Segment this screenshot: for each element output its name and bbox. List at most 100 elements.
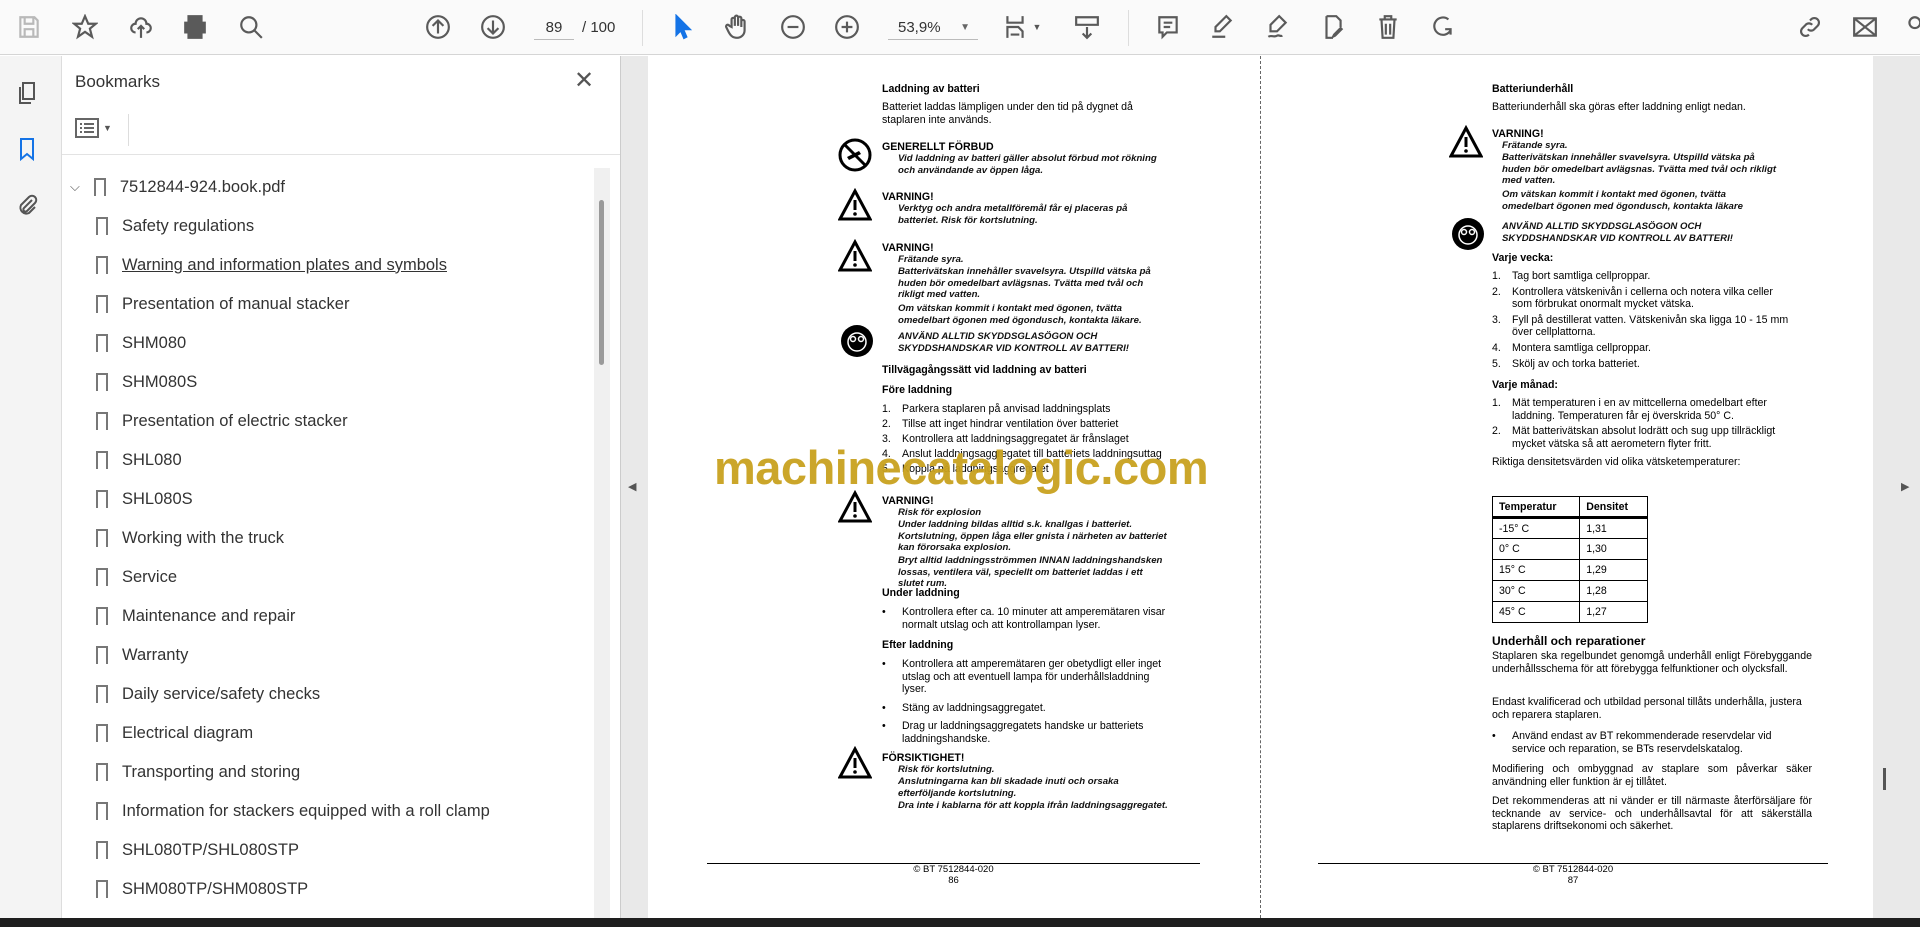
scrollbar-thumb[interactable] [599, 200, 604, 365]
list-number: 2. [1492, 425, 1501, 438]
zoom-select[interactable]: 53,9% ▼ [888, 16, 978, 40]
table-cell: 1,27 [1579, 601, 1648, 623]
scrollbar[interactable] [594, 168, 610, 918]
hand-tool-icon[interactable] [722, 12, 752, 42]
list-item: 1. Tag bort samtliga cellproppar. [1492, 270, 1792, 283]
warning-text: Verktyg och andra metallföremål får ej p… [898, 203, 1128, 226]
table-cell: 15° C [1491, 559, 1581, 581]
star-icon[interactable] [70, 12, 100, 42]
sign-icon[interactable] [1262, 12, 1292, 42]
bookmark-item[interactable]: Presentation of manual stacker [96, 289, 349, 319]
highlight-icon[interactable] [1207, 12, 1237, 42]
warning-text: Batterivätskan innehåller svavelsyra. Ut… [1502, 152, 1777, 187]
cloud-upload-icon[interactable] [126, 12, 156, 42]
bookmark-item[interactable]: SHL080TP/SHL080STP [96, 835, 299, 865]
bookmark-label: Maintenance and repair [122, 606, 296, 625]
page-footer: © BT 7512844-020 87 [1318, 863, 1828, 886]
bookmark-item[interactable]: SHL080S [96, 484, 193, 514]
edit-pdf-icon[interactable] [1318, 12, 1348, 42]
rotate-icon[interactable] [1428, 12, 1458, 42]
attachment-icon[interactable] [12, 190, 42, 220]
email-icon[interactable] [1850, 12, 1880, 42]
print-icon[interactable] [180, 12, 210, 42]
bookmark-item[interactable]: Transporting and storing [96, 757, 300, 787]
warning-triangle-icon [838, 746, 872, 779]
table-cell: 1,29 [1579, 559, 1648, 581]
bookmark-item[interactable]: Presentation of electric stacker [96, 406, 348, 436]
bookmark-icon [96, 724, 108, 745]
bookmark-icon [93, 178, 106, 199]
warning-text: Under laddning bildas alltid s.k. knallg… [898, 519, 1167, 554]
warning-title: GENERELLT FÖRBUD [882, 141, 994, 153]
fit-dropdown-chevron-icon[interactable]: ▼ [1022, 12, 1052, 42]
bookmark-item[interactable]: SHM080S [96, 367, 197, 397]
list-item: • Kontrollera efter ca. 10 minuter att am… [882, 606, 1167, 631]
bookmark-item[interactable]: Working with the truck [96, 523, 284, 553]
bookmark-item[interactable]: Warranty [96, 640, 188, 670]
list-item: 5. Skölj av och torka batteriet. [1492, 358, 1792, 371]
zoom-out-icon[interactable] [778, 12, 808, 42]
section-title: Batteriunderhåll [1492, 83, 1574, 95]
bookmark-icon [96, 451, 108, 472]
list-options-icon [75, 118, 99, 138]
page-down-icon[interactable] [478, 12, 508, 42]
page-number-input[interactable]: 89 [534, 16, 574, 40]
bullet: • [882, 658, 886, 670]
bookmark-item[interactable]: Maintenance and repair [96, 601, 295, 631]
list-item: 2. Mät batterivätskan absolut lodrätt och… [1492, 425, 1792, 450]
bookmark-icon [96, 802, 108, 823]
caret-left-icon[interactable]: ◀ [628, 480, 636, 493]
bookmark-item[interactable]: SHM080TP/SHM080STP [96, 874, 308, 904]
add-user-icon[interactable] [1902, 12, 1920, 42]
page-up-icon[interactable] [423, 12, 453, 42]
bullet: • [882, 701, 886, 714]
bookmark-icon[interactable] [12, 134, 42, 164]
bookmark-item[interactable]: Safety regulations [96, 211, 254, 241]
list-item-text: Stäng av laddningsaggregatet. [902, 701, 1046, 714]
bookmark-item[interactable]: Service [96, 562, 177, 592]
list-item: 2. Tillse att inget hindrar ventilation ö… [882, 418, 1182, 431]
bookmark-item[interactable]: Electrical diagram [96, 718, 253, 748]
bullet: • [882, 720, 886, 733]
divider [128, 114, 129, 146]
search-icon[interactable] [236, 12, 266, 42]
paragraph: Riktiga densitetsvärden vid olika vätske… [1492, 456, 1741, 468]
list-item-text: Kontrollera vätskenivån i cellerna och n… [1512, 285, 1773, 311]
warning-triangle-icon [838, 188, 872, 221]
warning-text: Risk för explosion [898, 507, 982, 518]
delete-icon[interactable] [1373, 12, 1403, 42]
list-number: 1. [882, 403, 891, 415]
list-item-text: Parkera staplaren på anvisad laddningspl… [902, 403, 1111, 415]
save-icon[interactable] [14, 12, 44, 42]
subheading: Varje månad: [1492, 379, 1558, 391]
scroll-indicator[interactable] [1883, 768, 1886, 790]
toolbar: 89 / 100 53,9% ▼ ▼ [0, 0, 1920, 55]
bookmark-options-button[interactable]: ▼ [75, 114, 115, 142]
list-item: 3. Fyll på destillerat vatten. Vätskenivå… [1492, 314, 1792, 339]
bookmark-item[interactable]: Warning and information plates and symbo… [96, 250, 447, 280]
bookmark-item[interactable]: SHM080 [96, 328, 186, 358]
comment-icon[interactable] [1153, 12, 1183, 42]
bookmark-icon [96, 412, 108, 433]
share-link-icon[interactable] [1795, 12, 1825, 42]
list-number: 1. [1492, 397, 1501, 409]
caret-right-icon[interactable]: ▶ [1901, 480, 1909, 493]
bookmark-root[interactable]: ⌵ 7512844-924.book.pdf [70, 172, 285, 202]
table-row: -15° C 1,31 [1491, 517, 1648, 539]
zoom-in-icon[interactable] [832, 12, 862, 42]
table-cell: 1,28 [1579, 580, 1648, 602]
bookmark-item[interactable]: Daily service/safety checks [96, 679, 320, 709]
bookmark-item[interactable]: SHL080 [96, 445, 182, 475]
bookmark-label: SHL080TP/SHL080STP [122, 840, 300, 859]
protective-goggles-icon [1452, 218, 1484, 250]
close-icon[interactable]: ✕ [574, 66, 594, 95]
taskbar-strip [0, 918, 1920, 927]
select-cursor-icon[interactable] [668, 12, 698, 42]
warning-text: Om vätskan kommit i kontakt med ögonen, … [1502, 189, 1743, 212]
table-cell: 1,30 [1579, 538, 1648, 560]
pages-thumbnail-icon[interactable] [12, 78, 42, 108]
keyboard-read-icon[interactable] [1072, 12, 1102, 42]
chevron-down-icon[interactable]: ⌵ [70, 179, 80, 195]
bookmark-item[interactable]: Information for stackers equipped with a… [96, 796, 490, 826]
list-item-text: Kontrollera efter ca. 10 minuter att amp… [902, 606, 1166, 631]
